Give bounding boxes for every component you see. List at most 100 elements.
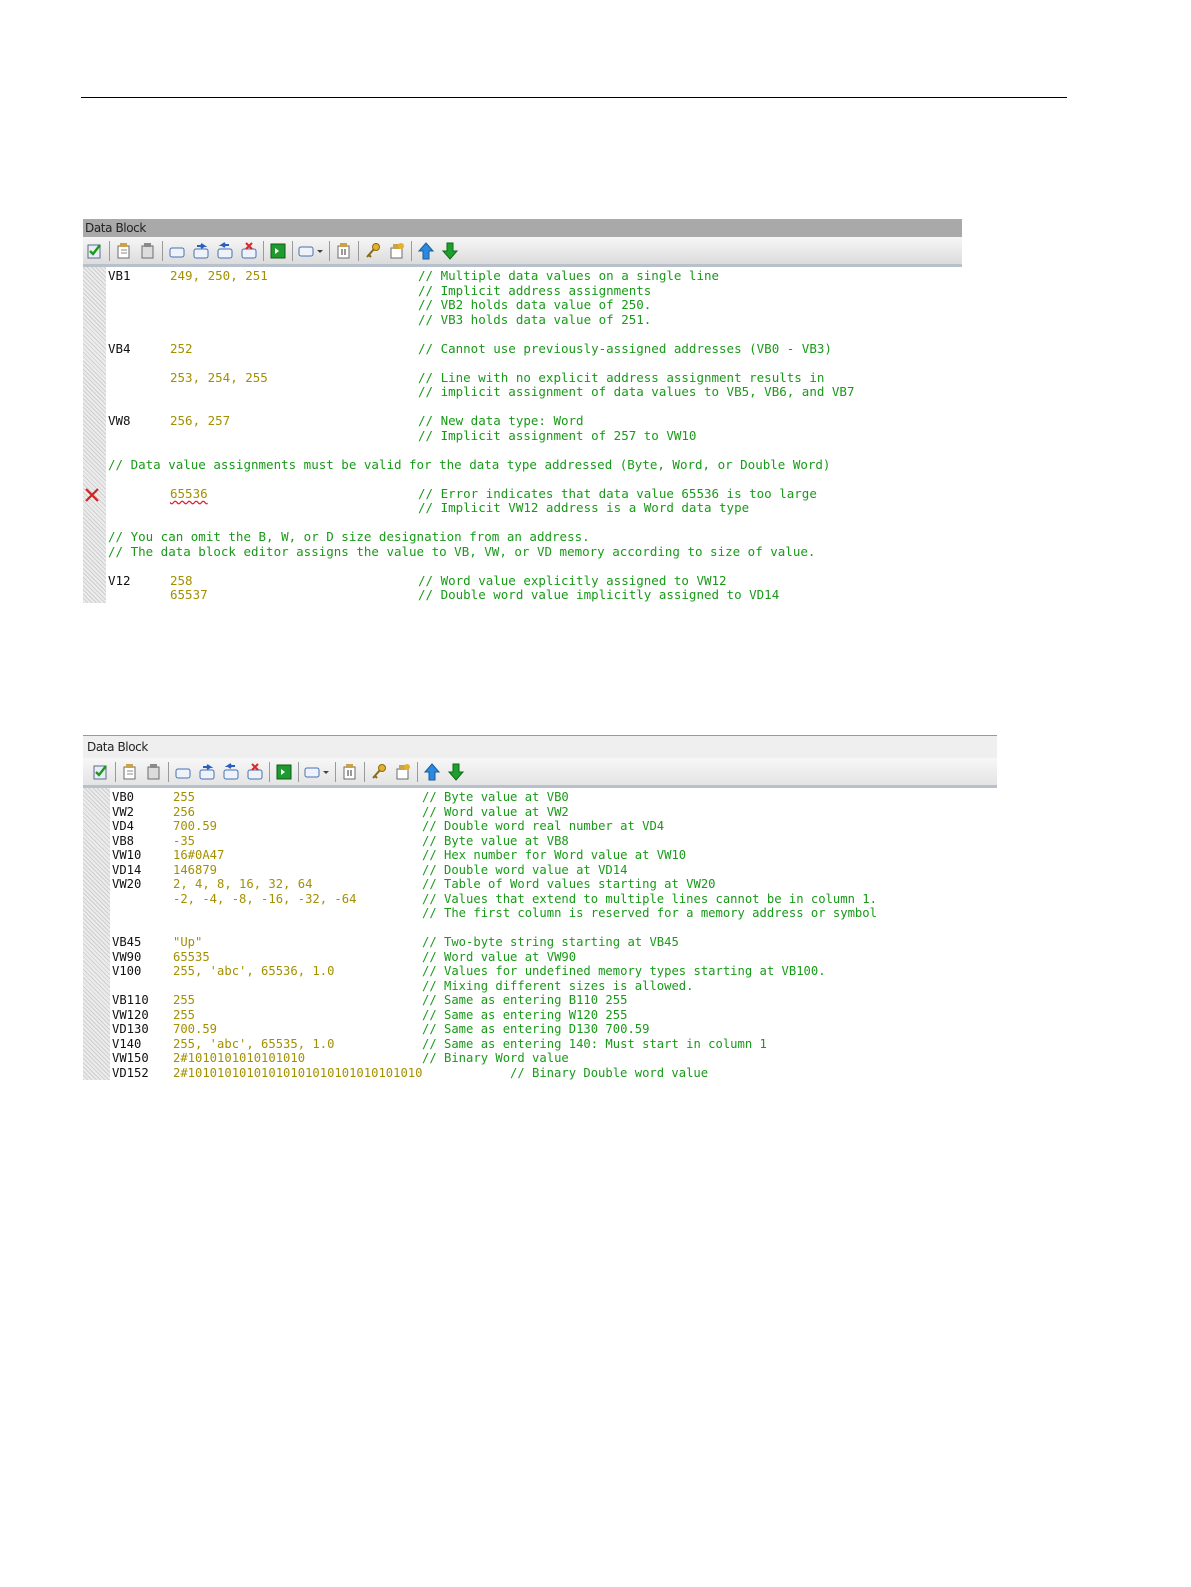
code-line[interactable]: 65537 // Double word value implicitly ass… [106, 587, 962, 603]
data-value: 65536 [170, 485, 208, 501]
data-value: 253, 254, 255 [170, 369, 268, 385]
code-area[interactable]: VB1 249, 250, 251 // Multiple data values … [85, 267, 962, 603]
code-line[interactable]: VD14 146879 // Double word value at VD14 [110, 863, 997, 878]
code-comment: // Binary Double word value [510, 1065, 709, 1080]
code-line[interactable] [106, 559, 962, 574]
undo-icon[interactable] [197, 762, 217, 782]
code-comment: // Line with no explicit address assignm… [418, 369, 825, 385]
code-line[interactable]: VW10 16#0A47 // Hex number for Word value … [110, 848, 997, 863]
code-line[interactable] [110, 921, 997, 936]
check-icon[interactable] [85, 241, 105, 261]
code-line[interactable] [106, 472, 962, 487]
code-line[interactable]: VD130 700.59 // Same as entering D130 700.… [110, 1022, 997, 1037]
code-line[interactable]: // Implicit address assignments [106, 283, 962, 299]
code-line[interactable]: // The first column is reserved for a me… [110, 906, 997, 921]
memory-address: VW10 [112, 848, 142, 862]
code-comment: // Same as entering D130 700.59 [422, 1022, 650, 1036]
blank-icon[interactable] [167, 241, 187, 261]
clear-icon[interactable] [245, 762, 265, 782]
data-value: 2#1010101010101010 [173, 1051, 306, 1065]
error-x-icon[interactable] [84, 487, 100, 503]
code-line[interactable]: 253, 254, 255 // Line with no explicit ad… [106, 369, 962, 386]
code-line[interactable]: -2, -4, -8, -16, -32, -64 // Values that … [110, 892, 997, 907]
code-area[interactable]: VB0 255 // Byte value at VB0 VW2 256 // Word … [110, 788, 997, 1080]
code-line[interactable]: V100 255, 'abc', 65536, 1.0 // Values for … [110, 964, 997, 979]
check-icon[interactable] [91, 762, 111, 782]
code-line[interactable]: // VB3 holds data value of 251. [106, 311, 962, 328]
code-comment: // Table of Word values starting at VW20 [422, 877, 716, 891]
code-comment: // Word value explicitly assigned to VW1… [418, 572, 727, 588]
code-comment: // Data value assignments must be valid … [108, 456, 831, 472]
redo-icon[interactable] [215, 241, 235, 261]
down-arrow-icon[interactable] [440, 241, 460, 261]
insert-icon[interactable] [120, 762, 140, 782]
code-line[interactable]: VB8 -35 // Byte value at VB8 [110, 834, 997, 849]
memory-address: VB110 [112, 993, 149, 1007]
dropdown-icon[interactable] [297, 241, 325, 261]
code-line[interactable]: 65536 // Error indicates that data value … [85, 485, 962, 502]
code-line[interactable] [106, 356, 962, 371]
code-comment: // New data type: Word [418, 413, 584, 428]
data-value: 65537 [170, 587, 208, 602]
up-arrow-icon[interactable] [416, 241, 436, 261]
code-line[interactable]: VW90 65535 // Word value at VW90 [110, 950, 997, 965]
code-line[interactable]: VB110 255 // Same as entering B110 255 [110, 993, 997, 1008]
delete-icon[interactable] [144, 762, 164, 782]
delete-icon[interactable] [138, 241, 158, 261]
key-icon[interactable] [369, 762, 389, 782]
memory-address: VB1 [108, 268, 131, 283]
code-line[interactable]: V12 258 // Word value explicitly assigned … [106, 572, 962, 589]
code-comment: // Cannot use previously-assigned addres… [418, 340, 832, 356]
export-icon[interactable] [340, 762, 360, 782]
code-line[interactable]: VB45 "Up" // Two-byte string starting at V… [110, 935, 997, 950]
code-comment: // VB3 holds data value of 251. [418, 311, 652, 327]
code-line[interactable] [106, 516, 962, 531]
code-comment: // Two-byte string starting at VB45 [422, 935, 679, 949]
symbol-icon[interactable] [393, 762, 413, 782]
code-line[interactable]: V140 255, 'abc', 65535, 1.0 // Same as ent… [110, 1037, 997, 1052]
code-line[interactable]: // VB2 holds data value of 250. [106, 297, 962, 313]
data-block-window-2: Data Block VB0 255// Byte value at VB0 VW2… [83, 735, 997, 1092]
clear-icon[interactable] [239, 241, 259, 261]
code-line[interactable] [106, 443, 962, 458]
up-arrow-icon[interactable] [422, 762, 442, 782]
code-line[interactable]: // Implicit VW12 address is a Word data … [106, 500, 962, 516]
down-arrow-icon[interactable] [446, 762, 466, 782]
code-line[interactable]: VW2 256 // Word value at VW2 [110, 805, 997, 820]
code-line[interactable]: VD4 700.59 // Double word real number at V… [110, 819, 997, 834]
code-line[interactable]: // implicit assignment of data values to… [106, 384, 962, 400]
code-line[interactable]: VW20 2, 4, 8, 16, 32, 64 // Table of Word … [110, 877, 997, 892]
code-comment: // The data block editor assigns the val… [108, 543, 816, 559]
redo-icon[interactable] [221, 762, 241, 782]
code-line[interactable]: VW150 2#1010101010101010 // Binary Word va… [110, 1051, 997, 1066]
code-line[interactable] [106, 327, 962, 342]
code-line[interactable] [106, 400, 962, 415]
code-line[interactable]: VB1 249, 250, 251 // Multiple data values … [106, 268, 962, 284]
code-comment: // Same as entering W120 255 [422, 1007, 628, 1022]
code-line[interactable]: // Data value assignments must be valid … [106, 456, 962, 473]
code-line[interactable]: VB0 255 // Byte value at VB0 [110, 790, 997, 805]
line-gutter [83, 267, 106, 603]
go-icon[interactable] [268, 241, 288, 261]
code-line[interactable]: // Mixing different sizes is allowed. [110, 979, 997, 994]
symbol-icon[interactable] [387, 241, 407, 261]
dropdown-icon[interactable] [303, 762, 331, 782]
go-icon[interactable] [274, 762, 294, 782]
insert-icon[interactable] [114, 241, 134, 261]
blank-icon[interactable] [173, 762, 193, 782]
code-comment: // The first column is reserved for a me… [422, 906, 877, 920]
key-icon[interactable] [363, 241, 383, 261]
code-line[interactable]: VW8 256, 257 // New data type: Word [106, 413, 962, 429]
code-line[interactable]: VB4 252 // Cannot use previously-assigned … [106, 340, 962, 357]
code-comment: // Same as entering 140: Must start in c… [422, 1036, 767, 1051]
code-line[interactable]: // The data block editor assigns the val… [106, 543, 962, 560]
code-line[interactable]: VD152 2#10101010101010101010101010101010 /… [110, 1066, 997, 1081]
editor[interactable]: VB0 255 // Byte value at VB0 VW2 256 // Word … [83, 788, 997, 1080]
code-line[interactable]: // You can omit the B, W, or D size desi… [106, 529, 962, 545]
export-icon[interactable] [334, 241, 354, 261]
editor[interactable]: VB1 249, 250, 251 // Multiple data values … [83, 267, 962, 603]
data-value: 2#10101010101010101010101010101010 [173, 1065, 423, 1080]
code-line[interactable]: // Implicit assignment of 257 to VW10 [106, 428, 962, 444]
code-line[interactable]: VW120 255 // Same as entering W120 255 [110, 1008, 997, 1023]
undo-icon[interactable] [191, 241, 211, 261]
